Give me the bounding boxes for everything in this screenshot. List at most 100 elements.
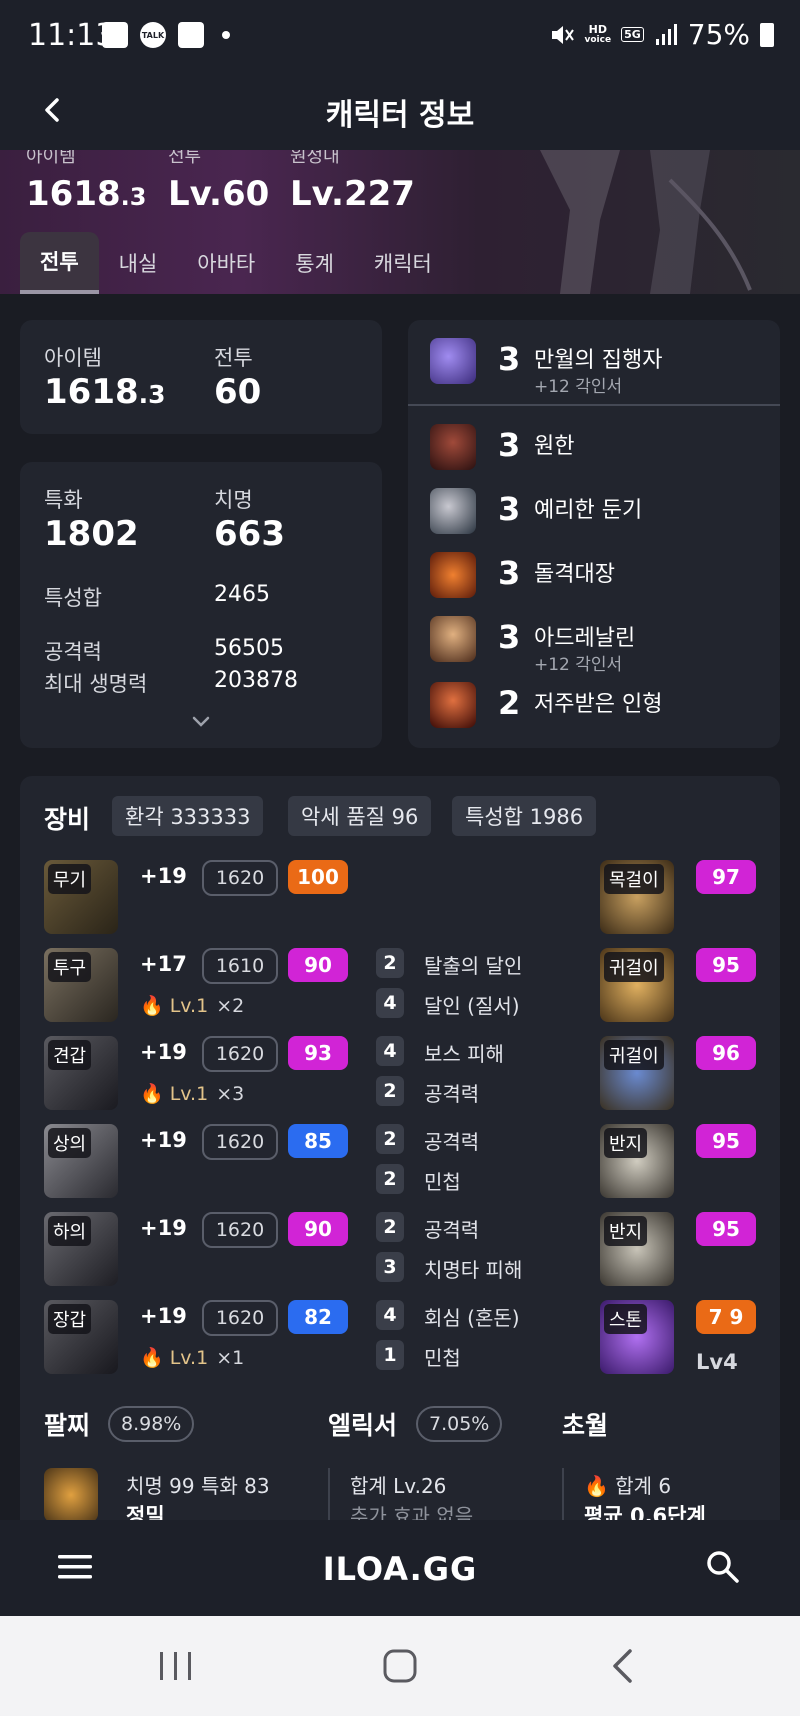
bracelet-stats: 치명 99 특화 83 bbox=[126, 1474, 270, 1498]
quality-badge: 82 bbox=[288, 1300, 348, 1334]
5g-icon: 5G bbox=[621, 27, 644, 42]
accessory-slot-necklace[interactable]: 목걸이 bbox=[600, 860, 674, 934]
equip-slot-weapon[interactable]: 무기 bbox=[44, 860, 118, 934]
bottom-app-bar: ILOA.GG bbox=[0, 1520, 800, 1616]
hero-combat-level: 전투 Lv.60 bbox=[168, 150, 270, 214]
equip-slot-chest[interactable]: 상의 bbox=[44, 1124, 118, 1198]
equip-slot-shoulder[interactable]: 견갑 bbox=[44, 1036, 118, 1110]
engraving-icon bbox=[430, 488, 476, 534]
max-hp-value: 203878 bbox=[214, 668, 298, 693]
accessory-quality-chip: 악세 품질 96 bbox=[288, 796, 432, 836]
system-icons: HD voice 5G 75% bbox=[549, 18, 774, 51]
accessory-slot-ring[interactable]: 반지 bbox=[600, 1212, 674, 1286]
transcend-effect: 🔥 Lv.1 ×3 bbox=[140, 1083, 245, 1105]
spec-value: 1802 bbox=[44, 514, 139, 554]
transcend-title: 초월 bbox=[562, 1411, 609, 1440]
engraving-row[interactable]: 2 저주받은 인형 bbox=[408, 674, 778, 734]
quality-badge: 85 bbox=[288, 1124, 348, 1158]
quality-badge: 90 bbox=[288, 1212, 348, 1246]
engraving-icon bbox=[430, 552, 476, 598]
battery-percent: 75% bbox=[687, 18, 750, 51]
gallery-icon bbox=[102, 22, 128, 48]
quality-badge: 96 bbox=[696, 1036, 756, 1070]
app-bar: 캐릭터 정보 bbox=[0, 70, 800, 150]
quality-badge: 95 bbox=[696, 1212, 756, 1246]
engraving-row[interactable]: 3 돌격대장 bbox=[408, 544, 778, 604]
stone-level: Lv4 bbox=[696, 1350, 738, 1374]
signal-icon bbox=[655, 23, 677, 45]
quality-badge: 95 bbox=[696, 948, 756, 982]
engraving-icon bbox=[430, 338, 476, 384]
elixir-title: 엘릭서 bbox=[328, 1411, 398, 1440]
expand-chevron-icon[interactable] bbox=[192, 716, 210, 728]
stats-card: 특화 1802 치명 663 특성합 2465 공격력 56505 최대 생명력… bbox=[20, 462, 382, 748]
elixir-total: 합계 Lv.26 bbox=[350, 1474, 447, 1498]
stat-sum-chip: 특성합 1986 bbox=[452, 796, 597, 836]
more-notifications-dot bbox=[222, 31, 230, 39]
equip-slot-gloves[interactable]: 장갑 bbox=[44, 1300, 118, 1374]
tab-bar: 전투 내실 아바타 통계 캐릭터 bbox=[20, 232, 452, 294]
kakaotalk-icon: TALK bbox=[140, 22, 166, 48]
quality-badge: 90 bbox=[288, 948, 348, 982]
engraving-row[interactable]: 3 아드레날린 +12 각인서 bbox=[408, 608, 778, 675]
bracelet-icon[interactable] bbox=[44, 1468, 98, 1522]
home-icon[interactable] bbox=[382, 1648, 418, 1684]
status-bar: 11:13 TALK HD voice 5G 75% bbox=[0, 0, 800, 70]
elixir-chip: 환각 333333 bbox=[112, 796, 264, 836]
tab-combat[interactable]: 전투 bbox=[20, 232, 99, 294]
search-icon[interactable] bbox=[706, 1550, 740, 1584]
transcend-effect: 🔥 Lv.1 ×1 bbox=[140, 1347, 245, 1369]
accessory-slot-earring[interactable]: 귀걸이 bbox=[600, 1036, 674, 1110]
transcend-total: 🔥 합계 6 bbox=[584, 1474, 672, 1498]
attack-value: 56505 bbox=[214, 636, 284, 661]
quality-badge: 95 bbox=[696, 1124, 756, 1158]
bracelet-title: 팔찌 bbox=[44, 1411, 91, 1440]
mute-icon bbox=[551, 25, 574, 44]
engraving-row[interactable]: 3 예리한 둔기 bbox=[408, 480, 778, 540]
engraving-row[interactable]: 3 만월의 집행자 +12 각인서 bbox=[408, 330, 778, 397]
item-level-value: 1618.3 bbox=[44, 372, 166, 412]
divider bbox=[562, 1468, 564, 1524]
battery-icon bbox=[760, 22, 774, 47]
stat-sum-value: 2465 bbox=[214, 582, 270, 607]
back-nav-icon[interactable] bbox=[610, 1648, 634, 1684]
engravings-card: 3 만월의 집행자 +12 각인서 3 원한 3 예리한 둔기 3 돌격대장 3… bbox=[408, 320, 780, 748]
quality-badge: 93 bbox=[288, 1036, 348, 1070]
tab-avatar[interactable]: 아바타 bbox=[177, 232, 275, 294]
elixir-percent: 7.05% bbox=[416, 1406, 503, 1442]
tab-life[interactable]: 내실 bbox=[99, 232, 178, 294]
note-icon bbox=[178, 22, 204, 48]
engraving-row[interactable]: 3 원한 bbox=[408, 416, 778, 476]
site-logo[interactable]: ILOA.GG bbox=[0, 1550, 800, 1588]
hero-item-level: 아이템 1618.3 bbox=[26, 150, 147, 214]
tab-stats[interactable]: 통계 bbox=[275, 232, 354, 294]
tab-character[interactable]: 캐릭터 bbox=[354, 232, 452, 294]
divider bbox=[408, 404, 780, 406]
notification-icons: TALK bbox=[102, 22, 230, 48]
engraving-icon bbox=[430, 616, 476, 662]
hd-voice-icon: HD voice bbox=[584, 22, 612, 45]
page-title: 캐릭터 정보 bbox=[325, 98, 475, 133]
system-nav-bar bbox=[0, 1616, 800, 1716]
hero-expedition-level: 원정대 Lv.227 bbox=[290, 150, 415, 214]
character-illustration bbox=[540, 150, 752, 294]
quality-badge: 100 bbox=[288, 860, 348, 894]
equip-slot-helmet[interactable]: 투구 bbox=[44, 948, 118, 1022]
recent-apps-icon[interactable] bbox=[158, 1650, 194, 1682]
bracelet-percent: 8.98% bbox=[108, 1406, 195, 1442]
equipment-title: 장비 bbox=[44, 805, 91, 834]
accessory-slot-earring[interactable]: 귀걸이 bbox=[600, 948, 674, 1022]
equip-slot-pants[interactable]: 하의 bbox=[44, 1212, 118, 1286]
level-summary-card: 아이템 1618.3 전투 60 bbox=[20, 320, 382, 434]
equipment-section: 장비 환각 333333 악세 품질 96 특성합 1986 무기 +19 16… bbox=[20, 776, 780, 1540]
combat-level-value: 60 bbox=[214, 372, 262, 412]
engraving-icon bbox=[430, 424, 476, 470]
engraving-icon bbox=[430, 682, 476, 728]
divider bbox=[328, 1468, 330, 1524]
accessory-slot-ring[interactable]: 반지 bbox=[600, 1124, 674, 1198]
crit-value: 663 bbox=[214, 514, 285, 554]
quality-badge: 97 bbox=[696, 860, 756, 894]
transcend-effect: 🔥 Lv.1 ×2 bbox=[140, 995, 245, 1017]
accessory-slot-stone[interactable]: 스톤 bbox=[600, 1300, 674, 1374]
quality-badge: 7 9 bbox=[696, 1300, 756, 1334]
